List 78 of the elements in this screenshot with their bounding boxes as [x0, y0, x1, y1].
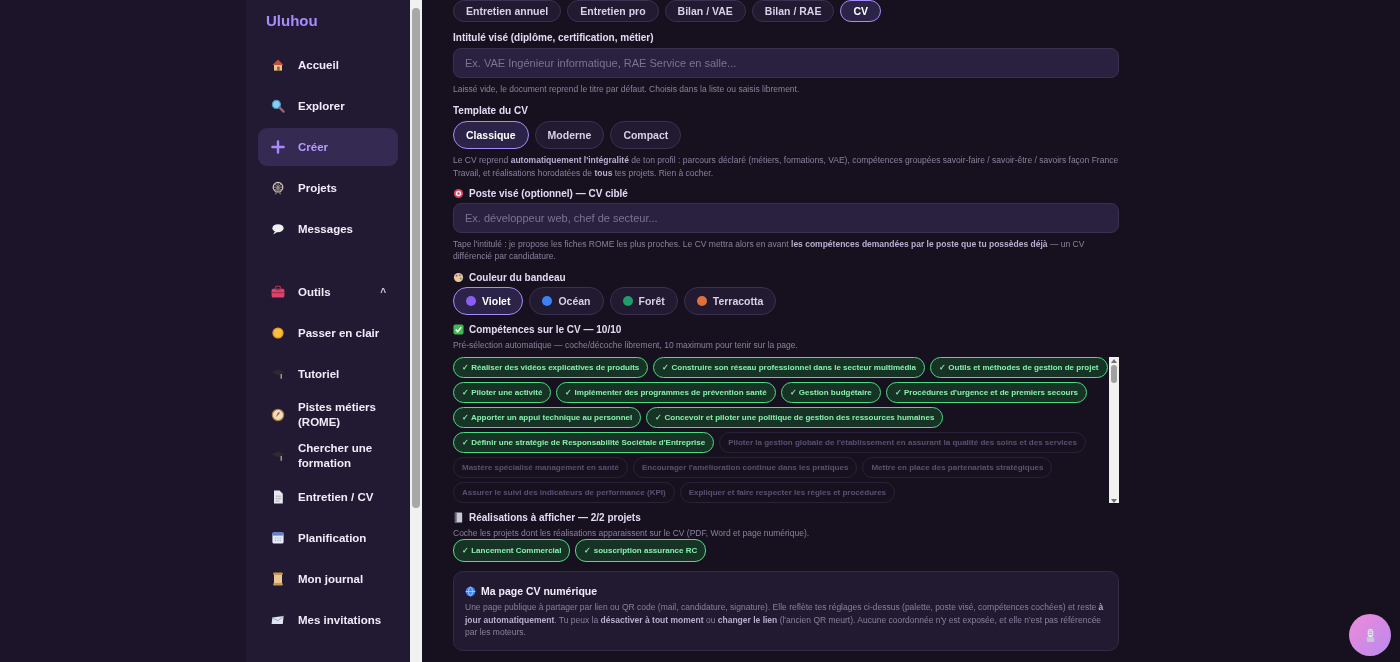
color-option[interactable]: Forêt [609, 286, 678, 315]
scroll-icon [270, 571, 286, 587]
skill-chip[interactable]: ✓ Piloter une activité [453, 381, 552, 403]
calendar-icon [270, 530, 286, 546]
section-label: Réalisations à afficher — 2/2 projets [469, 511, 641, 523]
skill-chip[interactable]: ✓ Définir une stratégie de Responsabilité Sociétale d'Entreprise [453, 431, 715, 453]
title-input-field[interactable]: Ex. VAE Ingénieur informatique, RAE Service en salle... [453, 48, 1119, 78]
section-label: Couleur du bandeau [469, 271, 566, 283]
nav-item[interactable]: Chercher une formation [258, 437, 398, 475]
help-text: Pré-sélection automatique — coche/décoche librement, 10 maximum pour tenir sur la page. [453, 338, 799, 351]
nav-item[interactable]: Passer en clair [258, 314, 398, 352]
house-icon [270, 57, 286, 73]
graduation-cap-icon [270, 448, 286, 464]
job-input-field[interactable]: Ex. développeur web, chef de secteur... [453, 202, 1119, 233]
help-text: Tape l'intitulé : je propose les fiches ROME les plus proches. Le CV mettra alors en avant les compétences demandées par le poste que tu possèdes déjà — un CV différencié par candidature. [453, 237, 1086, 263]
card-title: Ma page CV numérique [481, 585, 598, 598]
document-type-tab[interactable]: CV [840, 0, 882, 22]
skill-chip[interactable]: ✓ Apporter un appui technique au personnel [453, 406, 642, 428]
palette-icon [453, 271, 464, 283]
document-type-tab[interactable]: Bilan / RAE [751, 0, 835, 22]
ferris-wheel-icon [270, 180, 286, 196]
nav-item[interactable]: Accueil [258, 46, 398, 84]
template-option[interactable]: Compact [610, 121, 682, 150]
template-option[interactable]: Moderne [534, 121, 605, 150]
color-option[interactable]: Terracotta [683, 286, 777, 315]
nav-item[interactable]: Projets [258, 169, 398, 207]
nav-item[interactable]: Créer [258, 128, 398, 166]
card-text: Une page publique à partager par lien ou QR code (mail, candidature, signature). Elle reflète tes réglages ci-dessus (palette, poste visé, compétences cochées) et reste à jour automatiquement. Tu peux la désactiver à tout moment ou changer le lien (l'ancien QR meurt). Aucune coordonnée n'y est exposée, et elle n'est pas référencée par les moteurs. [465, 601, 1105, 639]
tools-section-toggle[interactable]: Outils ^ [258, 273, 398, 311]
brand-name: Uluhou [265, 11, 319, 31]
nav-item[interactable]: Tutoriel [258, 355, 398, 393]
project-chip[interactable]: ✓ Lancement Commercial [453, 539, 571, 563]
toolbox-icon [270, 284, 286, 300]
color-option[interactable]: Océan [529, 286, 604, 315]
target-icon [453, 187, 464, 199]
nav-item[interactable]: Pistes métiers (ROME) [258, 396, 398, 434]
notebook-icon [453, 511, 464, 523]
nav-item[interactable]: Explorer [258, 87, 398, 125]
section-label: Template du CV [453, 105, 529, 117]
help-text: Laissé vide, le document reprend le titre par défaut. Choisis dans la liste ou saisis librement. [453, 83, 801, 96]
nav-item[interactable]: Messages [258, 210, 398, 248]
globe-icon [465, 585, 476, 597]
scrollbar[interactable] [1109, 356, 1119, 503]
search-icon [270, 98, 286, 114]
project-chip[interactable]: ✓ souscription assurance RC [575, 539, 707, 563]
color-option[interactable]: Violet [453, 286, 524, 315]
section-label: Compétences sur le CV — 10/10 [469, 323, 622, 335]
skill-chip[interactable]: ✓ Procédures d'urgence et de premiers secours [885, 381, 1087, 403]
scrollbar-thumb[interactable] [1111, 364, 1117, 383]
document-type-tab[interactable]: Bilan / VAE [664, 0, 746, 22]
compass-icon [270, 407, 286, 423]
sun-icon [270, 325, 286, 341]
skill-chip[interactable]: ✓ Outils et méthodes de gestion de projet [930, 356, 1108, 378]
nav-item[interactable]: Mes invitations [258, 601, 398, 639]
help-text: Coche les projets dont les réalisations apparaissent sur le CV (PDF, Word et page numérique). [453, 526, 811, 540]
field-label: Intitulé visé (diplôme, certification, métier) [453, 32, 655, 43]
scrollbar[interactable] [410, 0, 422, 662]
nav-item[interactable]: Planification [258, 519, 398, 557]
skill-chip[interactable]: ✓ Concevoir et piloter une politique de gestion des ressources humaines [646, 406, 944, 428]
scrollbar-thumb[interactable] [412, 8, 420, 508]
help-text: Le CV reprend automatiquement l'intégralité de ton profil : parcours déclaré (métiers, formations, VAE), compétences groupées savoir-faire / savoir-être / savoirs façon France Travail, et réalisations horodatées de tous tes projets. Rien à cocher. [453, 154, 1119, 179]
scroll-down-icon [1111, 498, 1117, 503]
assistant-button[interactable] [1349, 614, 1391, 656]
plus-icon [270, 139, 286, 155]
document-type-tab[interactable]: Entretien pro [567, 0, 659, 22]
document-type-tab[interactable]: Entretien annuel [453, 0, 562, 22]
microphone-icon [1364, 627, 1376, 643]
template-option[interactable]: Classique [453, 121, 529, 150]
skill-chip[interactable]: ✓ Gestion budgétaire [780, 381, 881, 403]
skill-chip[interactable]: ✓ Réaliser des vidéos explicatives de produits [453, 356, 649, 378]
field-label: Poste visé (optionnel) — CV ciblé [469, 187, 628, 199]
nav-item[interactable]: Entretien / CV [258, 478, 398, 516]
checkbox-icon [453, 323, 464, 335]
nav-item[interactable]: Mon journal [258, 560, 398, 598]
skill-chip[interactable]: ✓ Implémenter des programmes de prévention santé [556, 381, 776, 403]
skill-chip[interactable]: ✓ Construire son réseau professionnel dans le secteur multimédia [653, 356, 926, 378]
graduation-cap-icon [270, 366, 286, 382]
speech-bubble-icon [270, 221, 286, 237]
